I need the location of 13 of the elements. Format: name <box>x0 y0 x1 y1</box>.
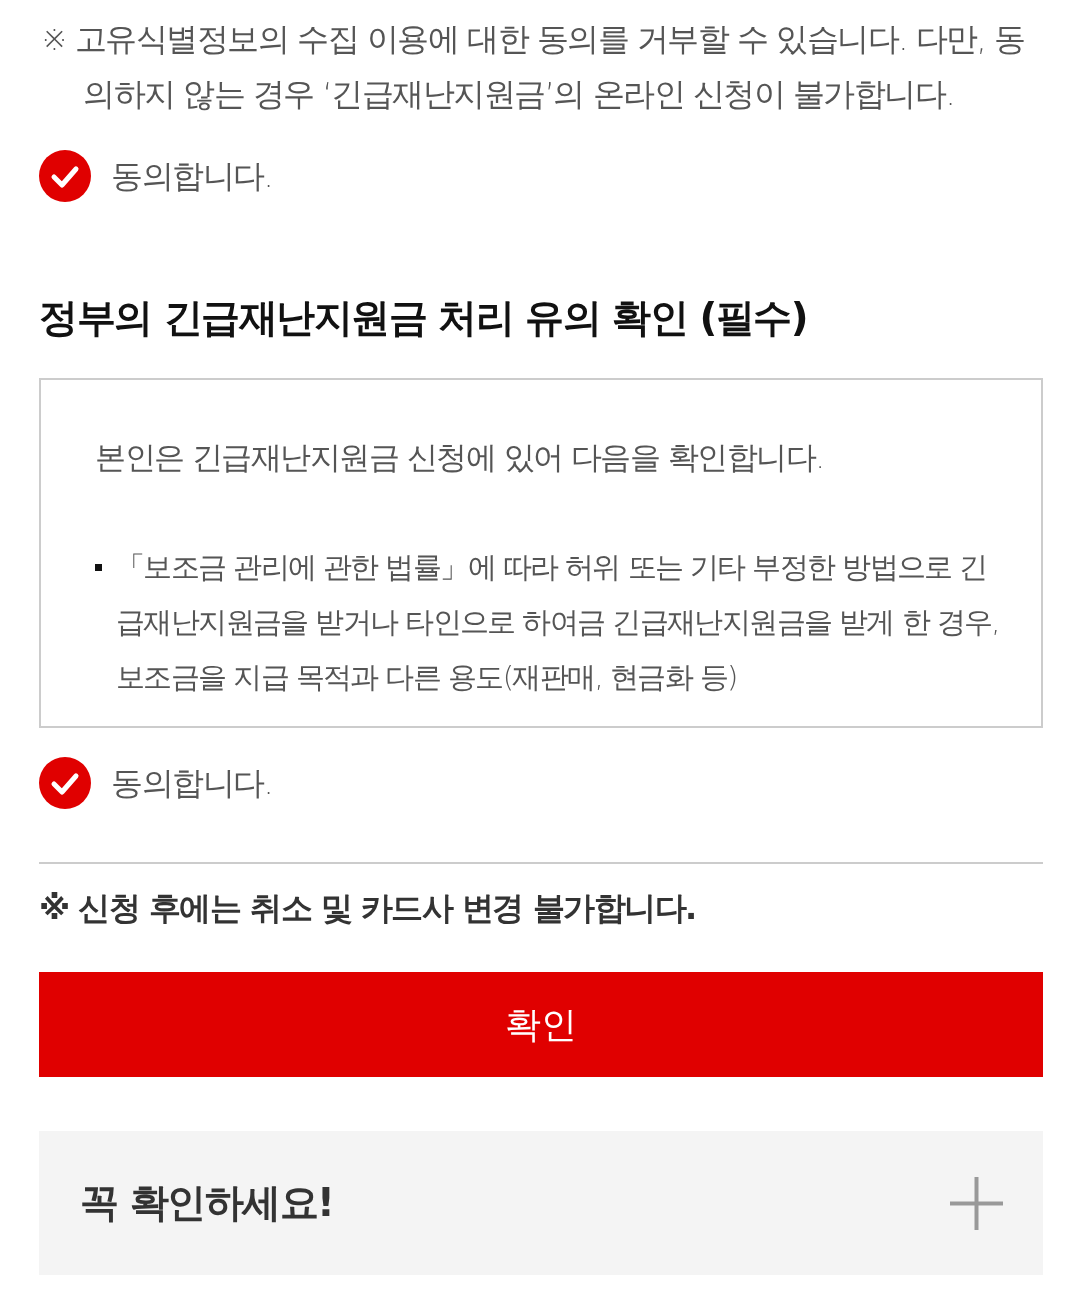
terms-bullet-text: 「보조금 관리에 관한 법률」에 따라 허위 또는 기타 부정한 방법으로 긴급재난지원금을 받거나 타인으로 하여금 긴급재난지원금을 받게 한 경우, 보조금을 지급 목적과 다른 용도(재판매, 현금화 등) <box>116 549 1000 696</box>
confirm-button[interactable]: 확인 <box>39 972 1043 1077</box>
bullet-icon <box>95 564 102 571</box>
notice-text: ※ 고유식별정보의 수집 이용에 대한 동의를 거부할 수 있습니다. 다만, 동의하지 않는 경우 ‘긴급재난지원금’의 온라인 신청이 불가합니다. <box>40 19 1026 115</box>
section-title: 정부의 긴급재난지원금 처리 유의 확인 (필수) <box>39 294 809 342</box>
warning-text: ※ 신청 후에는 취소 및 카드사 변경 불가합니다. <box>39 888 697 929</box>
agree-label[interactable]: 동의합니다. <box>111 757 273 809</box>
plus-icon[interactable] <box>950 1176 1003 1230</box>
agree-label[interactable]: 동의합니다. <box>111 150 273 202</box>
check-circle-icon[interactable] <box>39 757 91 809</box>
check-circle-icon[interactable] <box>39 150 91 202</box>
accordion-header[interactable]: 꼭 확인하세요! <box>39 1131 1043 1275</box>
terms-intro: 본인은 긴급재난지원금 신청에 있어 다음을 확인합니다. <box>95 438 825 477</box>
